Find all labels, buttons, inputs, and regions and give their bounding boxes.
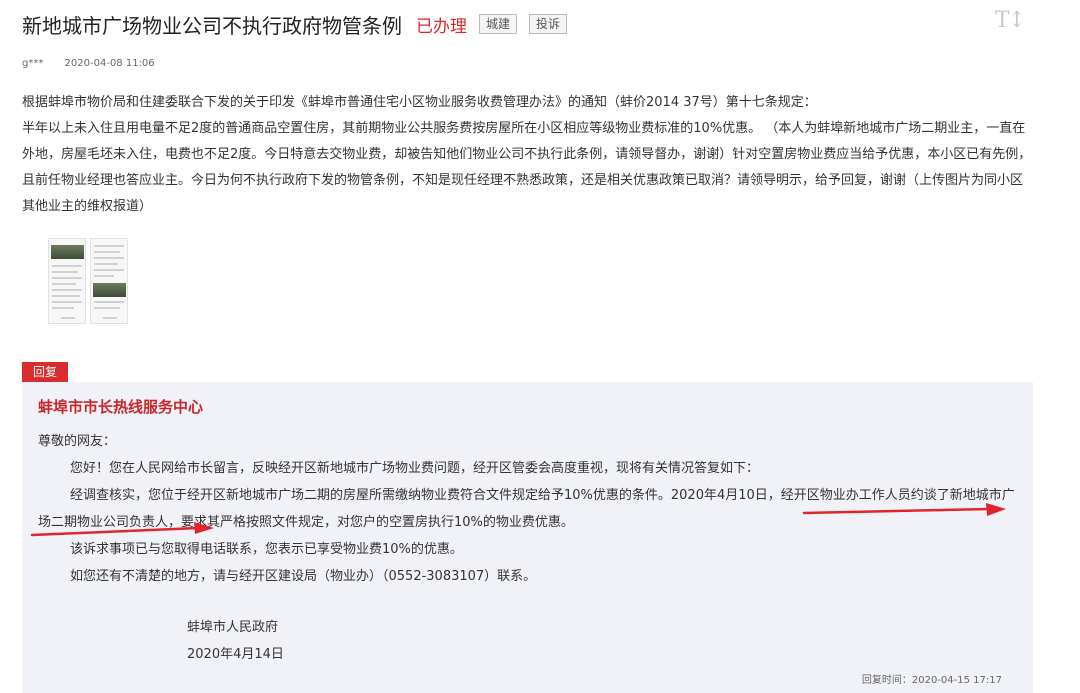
status-badge: 已办理 [416, 16, 467, 37]
attachment-image-1[interactable] [48, 238, 86, 324]
post-time: 2020-04-08 11:06 [64, 58, 155, 69]
reply-date: 2020年4月14日 [187, 647, 284, 662]
title-row: 新地城市广场物业公司不执行政府物管条例 已办理 城建 投诉 [22, 10, 568, 38]
reply-signature-block: 蚌埠市人民政府 2020年4月14日 [187, 614, 284, 668]
complaint-content: 根据蚌埠市物价局和住建委联合下发的关于印发《蚌埠市普通住宅小区物业服务收费管理办… [22, 90, 1032, 220]
font-size-toggle-icon[interactable]: T↕ [995, 8, 1026, 33]
annotation-arrow-left-icon [30, 522, 214, 537]
reply-paragraph-4: 如您还有不清楚的地方，请与经开区建设局（物业办）（0552-3083107）联系… [70, 569, 537, 584]
page-title: 新地城市广场物业公司不执行政府物管条例 [22, 13, 402, 38]
attachment-image-2[interactable] [90, 238, 128, 324]
complaint-paragraph-2: 半年以上未入住且用电量不足2度的普通商品空置住房，其前期物业公共服务费按房屋所在… [22, 121, 1032, 214]
reply-signature: 蚌埠市人民政府 [187, 620, 279, 635]
reply-greeting: 尊敬的网友： [38, 434, 117, 449]
author: g*** [22, 58, 44, 69]
annotation-arrow-right-icon [802, 503, 1006, 516]
attachment-thumbnails [48, 238, 128, 324]
reply-tab: 回复 [22, 362, 69, 382]
complaint-paragraph-1: 根据蚌埠市物价局和住建委联合下发的关于印发《蚌埠市普通住宅小区物业服务收费管理办… [22, 95, 817, 110]
category-tag[interactable]: 城建 [479, 14, 518, 34]
reply-paragraph-1: 您好！您在人民网给市长留言，反映经开区新地城市广场物业费问题，经开区管委会高度重… [70, 461, 760, 476]
type-tag[interactable]: 投诉 [529, 14, 568, 34]
post-meta: g*** 2020-04-08 11:06 [22, 58, 155, 69]
reply-organization: 蚌埠市市长热线服务中心 [38, 398, 204, 416]
reply-time: 回复时间：2020-04-15 17:17 [861, 675, 1002, 686]
